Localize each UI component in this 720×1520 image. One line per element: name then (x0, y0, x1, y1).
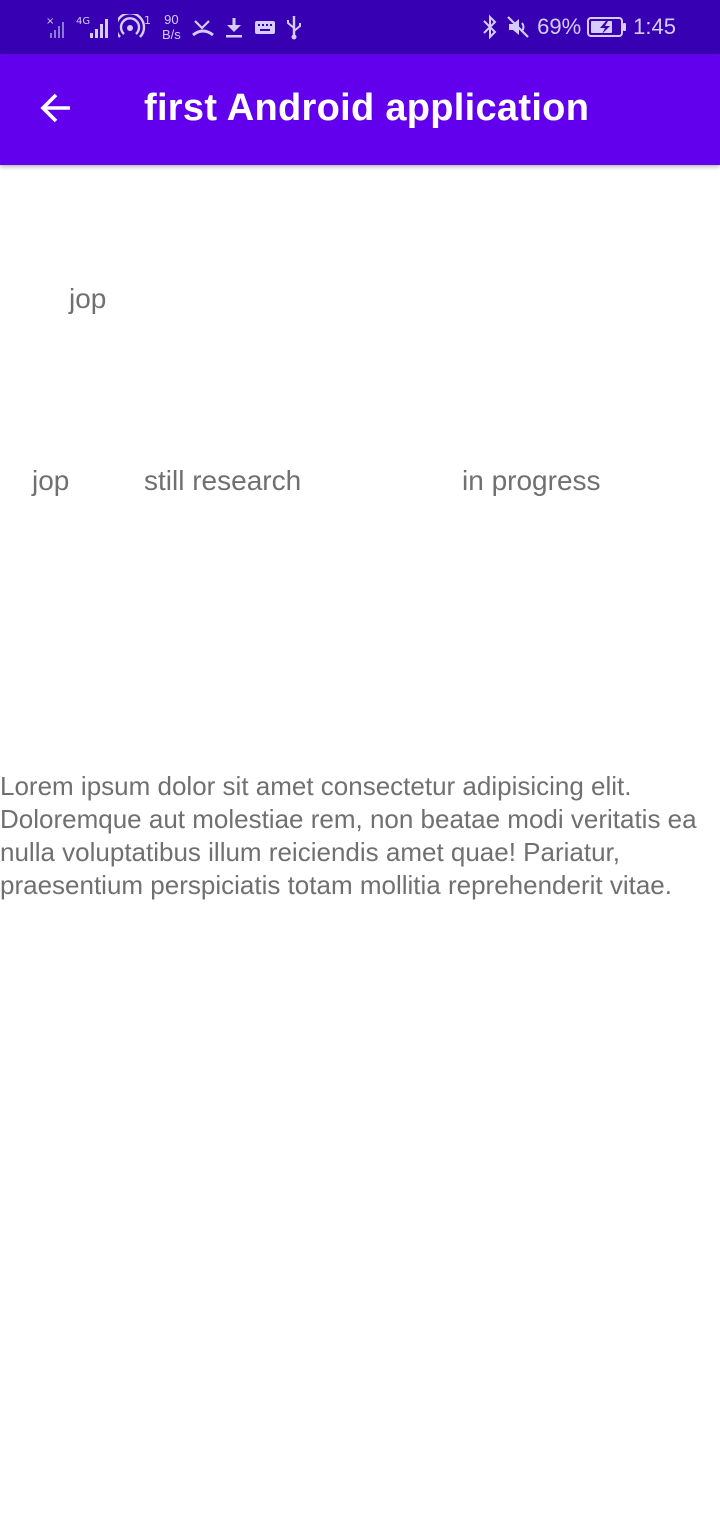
missed-call-icon (191, 15, 215, 39)
status-right: 69% 1:45 (481, 10, 676, 44)
status-left: × 4G 1 90 B/s (46, 10, 303, 44)
usb-icon (285, 14, 303, 40)
hotspot-icon: 1 (118, 14, 152, 40)
screen: × 4G 1 90 B/s 69% 1:45 first Android app… (0, 0, 720, 1520)
svg-text:×: × (46, 16, 54, 27)
svg-text:4G: 4G (76, 16, 90, 27)
row-col3-text: in progress (462, 465, 601, 496)
clock: 1:45 (633, 14, 676, 39)
signal-x-icon: × (46, 15, 68, 39)
download-icon (223, 15, 245, 39)
battery-charging-icon (587, 16, 627, 38)
mute-icon (505, 14, 531, 40)
net-speed: 90 B/s (162, 12, 181, 42)
net-speed-value: 90 (164, 12, 179, 27)
label-top: jop (69, 283, 107, 314)
signal-4g-icon: 4G (76, 15, 110, 39)
page-title: first Android application (144, 87, 590, 129)
row-col2-text: still research (144, 465, 302, 496)
back-button[interactable] (28, 82, 84, 138)
arrow-back-icon (38, 90, 74, 131)
keyboard-icon (253, 15, 277, 39)
battery-percent: 69% (537, 14, 582, 39)
row-col1-text: jop (32, 465, 70, 496)
app-bar: first Android application (0, 54, 720, 165)
svg-text:1: 1 (144, 14, 151, 27)
bluetooth-icon (481, 14, 499, 40)
net-speed-unit: B/s (162, 27, 181, 42)
status-bar: × 4G 1 90 B/s 69% 1:45 (0, 0, 720, 54)
lorem-paragraph: Lorem ipsum dolor sit amet consectetur a… (0, 771, 697, 900)
